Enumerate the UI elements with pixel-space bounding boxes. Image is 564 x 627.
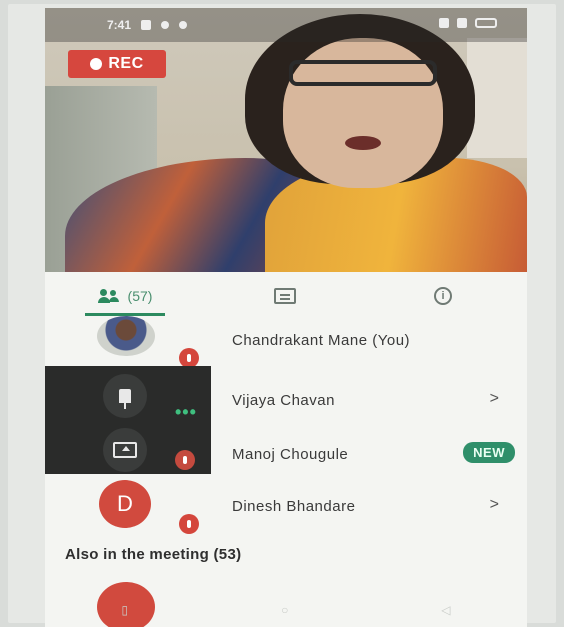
recording-badge: REC xyxy=(68,50,166,78)
participant-name: Dinesh Bhandare xyxy=(232,498,356,515)
notification-icon xyxy=(161,21,170,29)
avatar: D xyxy=(99,480,151,528)
notification-icon xyxy=(179,21,188,29)
tab-chat[interactable] xyxy=(265,272,305,320)
participant-row[interactable]: Manoj Chougule NEW xyxy=(45,428,527,482)
wifi-icon xyxy=(457,18,467,28)
people-icon xyxy=(97,289,122,303)
participant-row[interactable]: D Dinesh Bhandare > xyxy=(45,480,527,534)
participant-name: Manoj Chougule xyxy=(232,446,349,463)
chat-icon xyxy=(274,288,296,304)
tab-people[interactable]: (57) xyxy=(85,272,165,320)
info-icon: i xyxy=(434,287,452,305)
new-badge: NEW xyxy=(463,442,515,463)
status-time: 7:41 xyxy=(107,18,132,32)
speaker-glasses xyxy=(289,60,437,86)
participant-row[interactable]: Vijaya Chavan > xyxy=(45,374,527,428)
chevron-right-icon[interactable]: > xyxy=(490,390,499,408)
status-indicators xyxy=(439,18,497,28)
back-icon[interactable]: ◁ xyxy=(441,603,450,623)
speaker-video[interactable]: 7:41 REC xyxy=(45,8,527,272)
mic-off-icon xyxy=(179,514,199,534)
home-icon[interactable]: ○ xyxy=(281,603,288,623)
meet-screen: 7:41 REC (57) i Chandrakant Mane (You) •… xyxy=(45,8,527,627)
avatar xyxy=(97,316,155,356)
chevron-right-icon[interactable]: > xyxy=(490,496,499,514)
recording-label: REC xyxy=(108,55,144,72)
participant-name: Chandrakant Mane (You) xyxy=(232,332,411,349)
status-bar: 7:41 xyxy=(45,8,527,42)
battery-icon xyxy=(475,18,497,28)
tab-bar: (57) i xyxy=(45,272,527,320)
notification-icon xyxy=(141,20,152,30)
signal-icon xyxy=(439,18,449,28)
people-count: (57) xyxy=(127,288,153,304)
system-nav-bar: ▯ ○ ◁ xyxy=(45,603,527,623)
mic-off-icon xyxy=(179,348,199,368)
participant-row[interactable]: Chandrakant Mane (You) xyxy=(45,314,527,368)
tab-info[interactable]: i xyxy=(423,272,463,320)
record-icon xyxy=(90,58,103,70)
participant-name: Vijaya Chavan xyxy=(232,392,335,409)
recent-apps-icon[interactable]: ▯ xyxy=(121,603,128,623)
background-wall xyxy=(467,38,527,158)
speaker-mouth xyxy=(345,136,381,150)
also-in-meeting-heading: Also in the meeting (53) xyxy=(65,546,242,563)
